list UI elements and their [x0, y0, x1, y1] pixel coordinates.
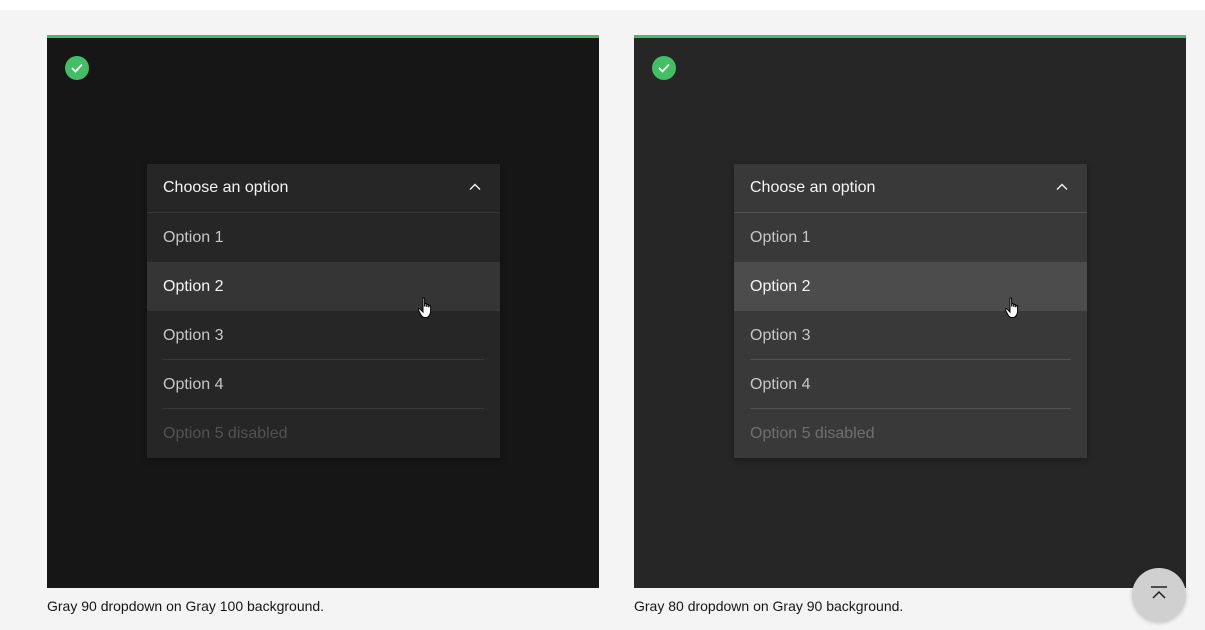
checkmark-filled-icon: [65, 56, 89, 80]
option-divider: [163, 408, 484, 409]
option-divider: [750, 359, 1071, 360]
dropdown-field[interactable]: Choose an option: [734, 164, 1087, 213]
option-divider: [163, 359, 484, 360]
back-to-top-button[interactable]: [1132, 568, 1186, 622]
dropdown-option[interactable]: Option 1: [147, 213, 500, 262]
example-caption: Gray 80 dropdown on Gray 90 background.: [634, 598, 904, 614]
back-to-top-icon: [1150, 585, 1168, 605]
dropdown-option[interactable]: Option 3: [734, 311, 1087, 360]
dropdown-option-hovered[interactable]: Option 2: [734, 262, 1087, 318]
dropdown-option[interactable]: Option 4: [734, 359, 1087, 409]
dropdown-option[interactable]: Option 4: [147, 359, 500, 409]
option-label: Option 4: [163, 375, 224, 393]
option-label: Option 5 disabled: [163, 424, 288, 442]
dropdown-field[interactable]: Choose an option: [147, 164, 500, 213]
chevron-up-icon[interactable]: [1055, 182, 1069, 192]
option-label: Option 3: [163, 326, 224, 344]
option-label: Option 4: [750, 375, 811, 393]
option-label: Option 1: [163, 228, 224, 246]
option-label: Option 2: [163, 277, 224, 295]
option-label: Option 3: [750, 326, 811, 344]
dropdown-option-disabled: Option 5 disabled: [147, 408, 500, 458]
example-panel-gray-100: Choose an option Option 1 Option 2 Optio…: [47, 35, 599, 588]
dropdown-option-hovered[interactable]: Option 2: [147, 262, 500, 318]
dropdown-menu[interactable]: Choose an option Option 1 Option 2 Optio…: [147, 164, 500, 458]
dropdown-option-disabled: Option 5 disabled: [734, 408, 1087, 458]
option-label: Option 1: [750, 228, 811, 246]
example-caption: Gray 90 dropdown on Gray 100 background.: [47, 598, 325, 614]
dropdown-label: Choose an option: [750, 179, 876, 196]
chevron-up-icon[interactable]: [468, 182, 482, 192]
dropdown-menu[interactable]: Choose an option Option 1 Option 2 Optio…: [734, 164, 1087, 458]
example-panel-gray-90: Choose an option Option 1 Option 2 Optio…: [634, 35, 1186, 588]
option-label: Option 5 disabled: [750, 424, 875, 442]
option-divider: [750, 408, 1071, 409]
dropdown-label: Choose an option: [163, 179, 289, 196]
top-strip: [0, 0, 1205, 10]
option-label: Option 2: [750, 277, 811, 295]
dropdown-option[interactable]: Option 1: [734, 213, 1087, 262]
checkmark-filled-icon: [652, 56, 676, 80]
dropdown-option[interactable]: Option 3: [147, 311, 500, 360]
